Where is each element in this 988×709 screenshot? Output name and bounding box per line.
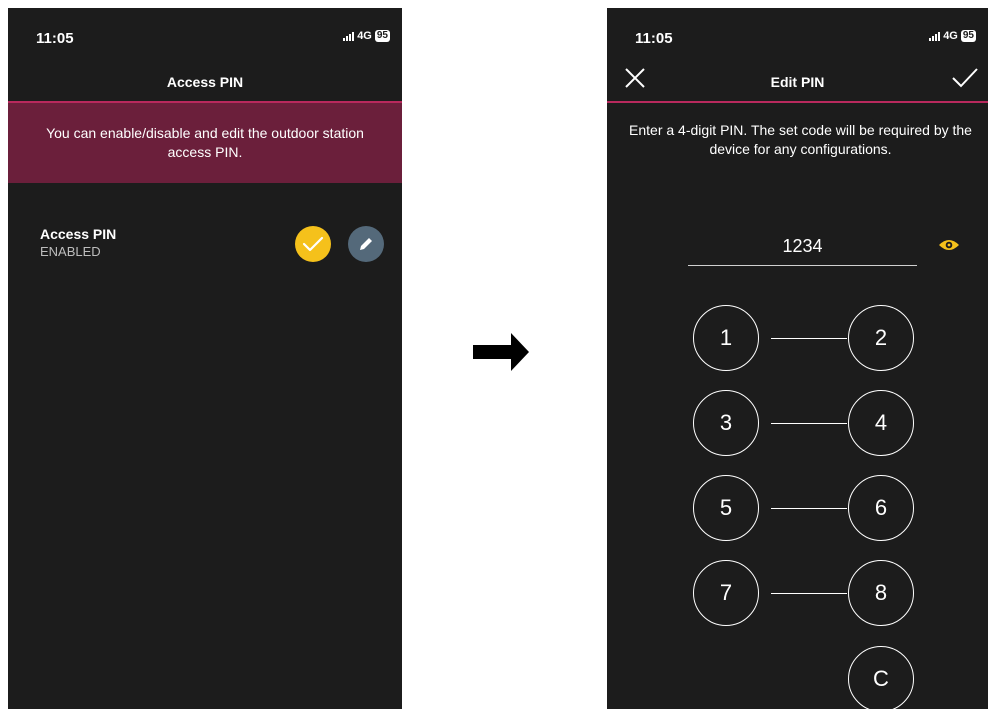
status-time: 11:05 (36, 30, 74, 47)
key-6[interactable]: 6 (848, 475, 914, 541)
pin-input-underline (688, 265, 917, 266)
access-pin-status: ENABLED (40, 244, 101, 259)
pencil-icon (360, 236, 374, 250)
key-7[interactable]: 7 (693, 560, 759, 626)
arrow-right-icon (473, 333, 529, 371)
edit-pin-screen: 11:05 4G 95 Edit PIN Enter a 4-digit PIN… (607, 8, 988, 709)
signal-icon (343, 31, 355, 41)
status-indicators: 4G 95 (929, 30, 976, 42)
key-connector (771, 423, 847, 424)
key-3[interactable]: 3 (693, 390, 759, 456)
status-bar: 11:05 4G 95 (8, 8, 402, 48)
header-divider (607, 101, 988, 103)
key-connector (771, 508, 847, 509)
key-clear[interactable]: C (848, 646, 914, 709)
signal-icon (929, 31, 941, 41)
key-4[interactable]: 4 (848, 390, 914, 456)
access-pin-label: Access PIN (40, 226, 117, 242)
key-2[interactable]: 2 (848, 305, 914, 371)
battery-icon: 95 (960, 30, 976, 42)
eye-icon[interactable] (938, 237, 960, 253)
edit-pin-button[interactable] (348, 226, 384, 262)
key-connector (771, 338, 847, 339)
status-bar: 11:05 4G 95 (607, 8, 988, 48)
check-circle-icon (302, 236, 324, 252)
key-connector (771, 593, 847, 594)
info-banner: You can enable/disable and edit the outd… (8, 103, 402, 183)
pin-input[interactable]: 1234 (688, 236, 917, 257)
network-label: 4G (943, 30, 958, 42)
key-1[interactable]: 1 (693, 305, 759, 371)
page-title: Edit PIN (770, 74, 825, 90)
access-pin-row: Access PIN ENABLED (40, 226, 384, 266)
status-indicators: 4G 95 (343, 30, 390, 42)
key-5[interactable]: 5 (693, 475, 759, 541)
instruction-text: Enter a 4-digit PIN. The set code will b… (629, 122, 972, 157)
checkmark-icon[interactable] (950, 64, 980, 92)
network-label: 4G (357, 30, 372, 42)
enable-toggle-button[interactable] (295, 226, 331, 262)
page-title: Access PIN (166, 74, 244, 90)
status-time: 11:05 (635, 30, 673, 47)
key-8[interactable]: 8 (848, 560, 914, 626)
access-pin-screen: 11:05 4G 95 Access PIN You can enable/di… (8, 8, 402, 709)
battery-icon: 95 (374, 30, 390, 42)
